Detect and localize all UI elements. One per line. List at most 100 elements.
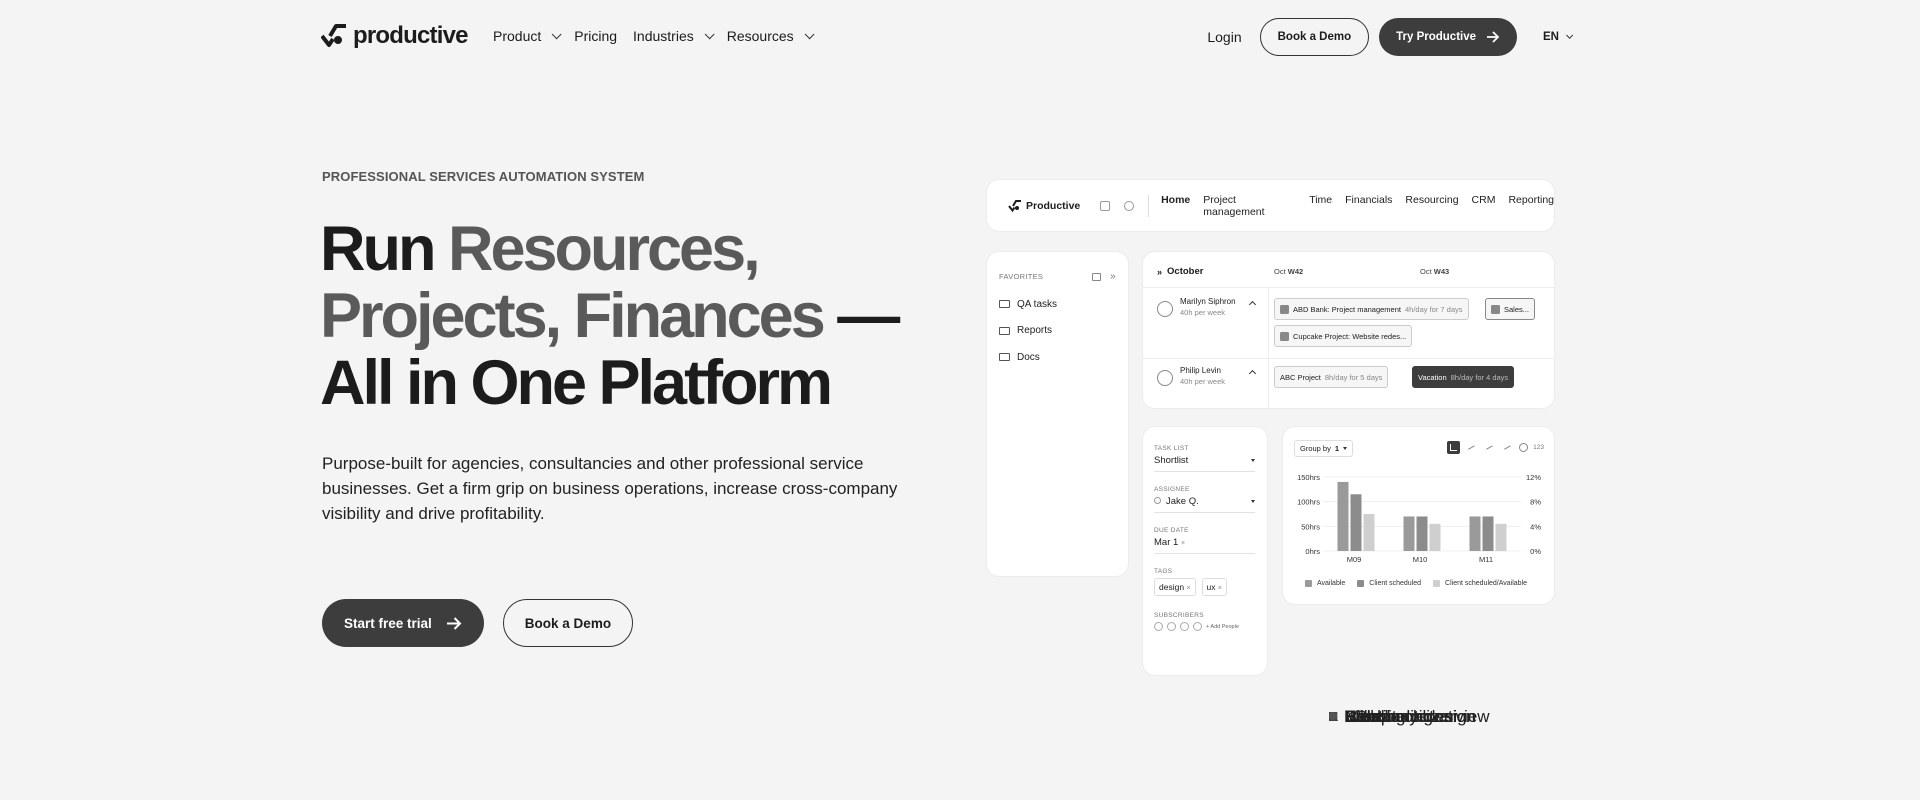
task-vacation[interactable]: Vacation 8h/day for 4 days — [1412, 366, 1515, 388]
favorites-header: FAVORITES » — [987, 271, 1128, 281]
menu-time[interactable]: Time — [1309, 194, 1332, 218]
sidebar-item-reports[interactable]: Reports — [987, 318, 1128, 345]
due-date-field[interactable]: Mar 1 × — [1154, 537, 1255, 554]
task-abc-project[interactable]: ABC Project 8h/day for 5 days — [1274, 366, 1389, 388]
hero-cta: Start free trial Book a Demo — [322, 599, 634, 647]
logo[interactable]: productive — [321, 22, 468, 50]
legend-swatch — [1305, 580, 1312, 587]
hero-eyebrow: PROFESSIONAL SERVICES AUTOMATION SYSTEM — [322, 169, 645, 184]
menu-home[interactable]: Home — [1161, 194, 1190, 218]
schedule-header: » October Oct W42 Oct W43 — [1143, 252, 1554, 288]
y-tick-label-left: 100hrs — [1297, 498, 1320, 507]
sidebar-item-qa-tasks[interactable]: QA tasks — [987, 291, 1128, 318]
y-tick-label-left: 50hrs — [1301, 522, 1320, 531]
sidebar-item-kpis[interactable]: KPIs — [1309, 703, 1909, 730]
inbox-icon[interactable] — [1100, 200, 1111, 211]
month-label: October — [1167, 266, 1204, 277]
due-date-value: Mar 1 — [1154, 537, 1179, 548]
try-productive-button[interactable]: Try Productive — [1379, 18, 1518, 56]
start-free-trial-button[interactable]: Start free trial — [322, 599, 484, 647]
productive-logo-icon — [321, 24, 346, 47]
subscribers-label: SUBSCRIBERS — [1154, 612, 1204, 619]
chevron-up-icon[interactable] — [1248, 369, 1257, 378]
menu-crm[interactable]: CRM — [1472, 194, 1496, 218]
nav-resources[interactable]: Resources — [726, 28, 815, 44]
avatar — [1154, 622, 1163, 631]
remove-tag-icon[interactable]: × — [1218, 585, 1222, 592]
login-link[interactable]: Login — [1207, 29, 1241, 45]
tag-label: design — [1159, 582, 1185, 592]
nav-industries[interactable]: Industries — [633, 28, 715, 44]
headline-part-1: Run — [320, 214, 448, 284]
task-title: ABD Bank: Project management — [1293, 304, 1401, 314]
legend-item: Client scheduled — [1357, 580, 1421, 587]
person-row-philip[interactable]: Philip Levin 40h per week — [1157, 366, 1225, 386]
collapse-icon[interactable]: » — [1110, 271, 1116, 281]
nav-product[interactable]: Product — [493, 28, 562, 44]
clear-icon[interactable]: × — [1181, 540, 1185, 547]
task-meta: 8h/day for 5 days — [1324, 372, 1383, 382]
language-label: EN — [1543, 31, 1559, 43]
y-tick-label-right: 0% — [1530, 547, 1541, 556]
bar-m10-0 — [1403, 516, 1415, 551]
sidebar-item-docs[interactable]: Docs — [987, 344, 1128, 371]
y-tick-label-left: 150hrs — [1297, 473, 1320, 482]
task-title: Sales... — [1504, 304, 1530, 314]
menu-financials[interactable]: Financials — [1345, 194, 1392, 218]
avatar — [1180, 622, 1189, 631]
sidebar-item-label: Reports — [1017, 325, 1053, 337]
menu-project-management[interactable]: Project management — [1203, 194, 1296, 218]
person-row-marilyn[interactable]: Marilyn Siphron 40h per week — [1157, 297, 1236, 317]
task-list-select[interactable]: Shortlist — [1154, 455, 1255, 472]
divider — [1148, 194, 1150, 217]
tag-ux[interactable]: ux × — [1201, 578, 1227, 596]
productive-logo-icon — [1008, 199, 1021, 212]
nav-resources-label: Resources — [726, 28, 794, 44]
task-cupcake[interactable]: Cupcake Project: Website redes... — [1274, 325, 1413, 347]
logo-text: productive — [353, 22, 468, 49]
y-tick-label-right: 4% — [1530, 522, 1541, 531]
x-tick-label: M10 — [1413, 555, 1428, 564]
tag-design[interactable]: design × — [1154, 578, 1196, 596]
legend-item: Available — [1305, 580, 1345, 587]
nav-pricing[interactable]: Pricing — [574, 28, 617, 44]
app-menu: Home Project management Time Financials … — [1161, 194, 1554, 218]
tag-label: ux — [1206, 582, 1216, 592]
new-folder-icon[interactable] — [1092, 272, 1102, 281]
y-tick-label-left: 0hrs — [1305, 547, 1320, 556]
legend-item: Client scheduled/Available — [1433, 580, 1527, 587]
chart-legend: Available Client scheduled Client schedu… — [1305, 580, 1527, 587]
person-hours: 40h per week — [1180, 377, 1226, 386]
legend-label: Client scheduled/Available — [1445, 580, 1528, 587]
menu-resourcing[interactable]: Resourcing — [1405, 194, 1458, 218]
nav-product-label: Product — [493, 28, 542, 44]
assignee-select[interactable]: Jake Q. — [1154, 496, 1255, 513]
schedule-month[interactable]: » October — [1157, 266, 1203, 277]
check-circle-icon[interactable] — [1124, 200, 1135, 211]
bar-m11-2 — [1495, 523, 1507, 551]
language-selector[interactable]: EN — [1543, 31, 1574, 43]
remove-tag-icon[interactable]: × — [1186, 585, 1190, 592]
nav-links: Product Pricing Industries Resources — [493, 28, 827, 44]
task-title: Vacation — [1418, 372, 1447, 382]
task-abd-bank[interactable]: ABD Bank: Project management 4h/day for 7… — [1274, 298, 1469, 320]
collapse-icon: » — [1157, 266, 1163, 277]
task-meta: 8h/day for 4 days — [1450, 372, 1509, 382]
task-title: Cupcake Project: Website redes... — [1293, 331, 1407, 341]
menu-reporting[interactable]: Reporting — [1508, 194, 1554, 218]
assignee-label: ASSIGNEE — [1154, 486, 1190, 493]
chevron-up-icon[interactable] — [1248, 300, 1257, 309]
y-tick-label-right: 12% — [1526, 473, 1541, 482]
resource-schedule: » October Oct W42 Oct W43 Marilyn Siphron… — [1143, 252, 1554, 408]
assignee-value: Jake Q. — [1166, 496, 1199, 507]
sidebar-item-label: KPIs — [1344, 706, 1380, 726]
hero-book-demo-button[interactable]: Book a Demo — [502, 599, 634, 647]
dropdown-caret-icon — [1251, 459, 1255, 462]
bar-m09-0 — [1337, 481, 1349, 551]
add-people-link[interactable]: + Add People — [1206, 624, 1239, 630]
legend-swatch — [1433, 580, 1441, 587]
task-sales[interactable]: Sales... — [1485, 298, 1536, 320]
top-navigation: productive Product Pricing Industries Re… — [0, 0, 1920, 74]
tags-label: TAGS — [1154, 568, 1173, 575]
book-demo-button[interactable]: Book a Demo — [1259, 18, 1370, 56]
